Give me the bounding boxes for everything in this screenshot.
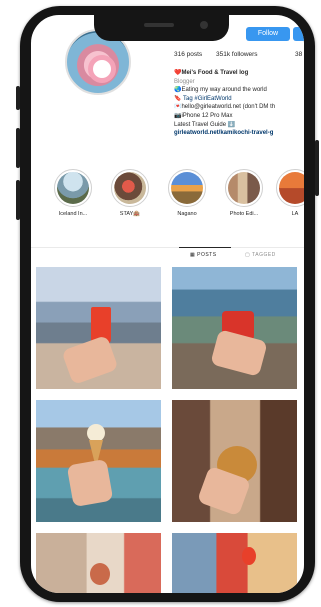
posts-count[interactable]: 316 posts: [174, 51, 202, 58]
active-tab-indicator: [179, 247, 231, 248]
highlight-label: Iceland In...: [58, 211, 88, 217]
profile-tabs: ▦ POSTS ▢ TAGGED: [31, 247, 304, 262]
highlight-photo-editing[interactable]: Photo Edi...: [218, 169, 270, 217]
following-count[interactable]: 38: [295, 51, 302, 58]
hand-image: [210, 329, 268, 377]
profile-bio: ❤️Mei's Food & Travel log Blogger 🌏Eatin…: [174, 69, 304, 138]
highlight-stay[interactable]: STAY🏨: [104, 169, 156, 217]
bio-line: 📷iPhone 12 Pro Max: [174, 112, 233, 119]
post-thumbnail[interactable]: [36, 267, 161, 389]
bio-line: ❤️Mei's Food & Travel log: [174, 70, 249, 76]
speaker-grille: [144, 23, 174, 27]
highlight-la[interactable]: LA: [269, 169, 304, 217]
follow-button[interactable]: Follow: [246, 27, 290, 41]
tag-icon: ▢: [245, 252, 251, 258]
highlight-image: [228, 172, 260, 204]
highlight-image: [279, 172, 304, 204]
tab-posts-label: POSTS: [197, 252, 217, 258]
highlight-image: [171, 172, 203, 204]
highlight-image: [114, 172, 146, 204]
volume-down-button: [16, 180, 20, 220]
bio-line: 💌hello@girleatworld.net (don't DM th: [174, 104, 276, 111]
hand-image: [66, 458, 114, 508]
post-thumbnail[interactable]: [172, 400, 297, 522]
highlight-label: LA: [291, 211, 299, 217]
post-thumbnail[interactable]: [36, 400, 161, 522]
story-highlights: Iceland In... STAY🏨 Nagano Photo Edi... …: [31, 169, 304, 239]
lantern-image: [242, 547, 256, 565]
bio-hashtag-line[interactable]: 🔖 Tag #GirlEatWorld: [174, 95, 304, 104]
tab-posts[interactable]: ▦ POSTS: [190, 252, 217, 258]
message-button[interactable]: [293, 27, 304, 41]
tab-tagged[interactable]: ▢ TAGGED: [245, 252, 276, 258]
post-thumbnail[interactable]: [172, 533, 297, 593]
volume-up-button: [16, 128, 20, 168]
phone-notch: [94, 15, 229, 41]
highlight-iceland[interactable]: Iceland In...: [47, 169, 99, 217]
tab-tagged-label: TAGGED: [252, 252, 276, 258]
followers-count[interactable]: 351k followers: [216, 51, 258, 58]
highlight-nagano[interactable]: Nagano: [161, 169, 213, 217]
highlight-label: Photo Edi...: [229, 211, 259, 217]
highlight-label: Nagano: [177, 211, 197, 217]
power-button: [315, 140, 319, 196]
front-camera: [200, 21, 208, 29]
highlight-image: [57, 172, 89, 204]
donut-image: [88, 55, 116, 83]
bio-line: Latest Travel Guide ⬇️: [174, 121, 236, 128]
phone-screen: Follow 316 posts 351k followers 38 ❤️Mei…: [31, 15, 304, 593]
bio-line: 🌏Eating my way around the world: [174, 87, 267, 94]
bio-line: Blogger: [174, 78, 195, 85]
hand-image: [61, 334, 119, 386]
ice-cream-scoop: [87, 424, 105, 442]
bio-link[interactable]: girleatworld.net/kamikochi-travel-g: [174, 129, 304, 138]
food-image: [90, 563, 110, 585]
mute-switch: [16, 86, 20, 110]
post-thumbnail[interactable]: [36, 533, 161, 593]
highlight-label: STAY🏨: [119, 211, 141, 217]
grid-icon: ▦: [190, 252, 196, 258]
post-thumbnail[interactable]: [172, 267, 297, 389]
